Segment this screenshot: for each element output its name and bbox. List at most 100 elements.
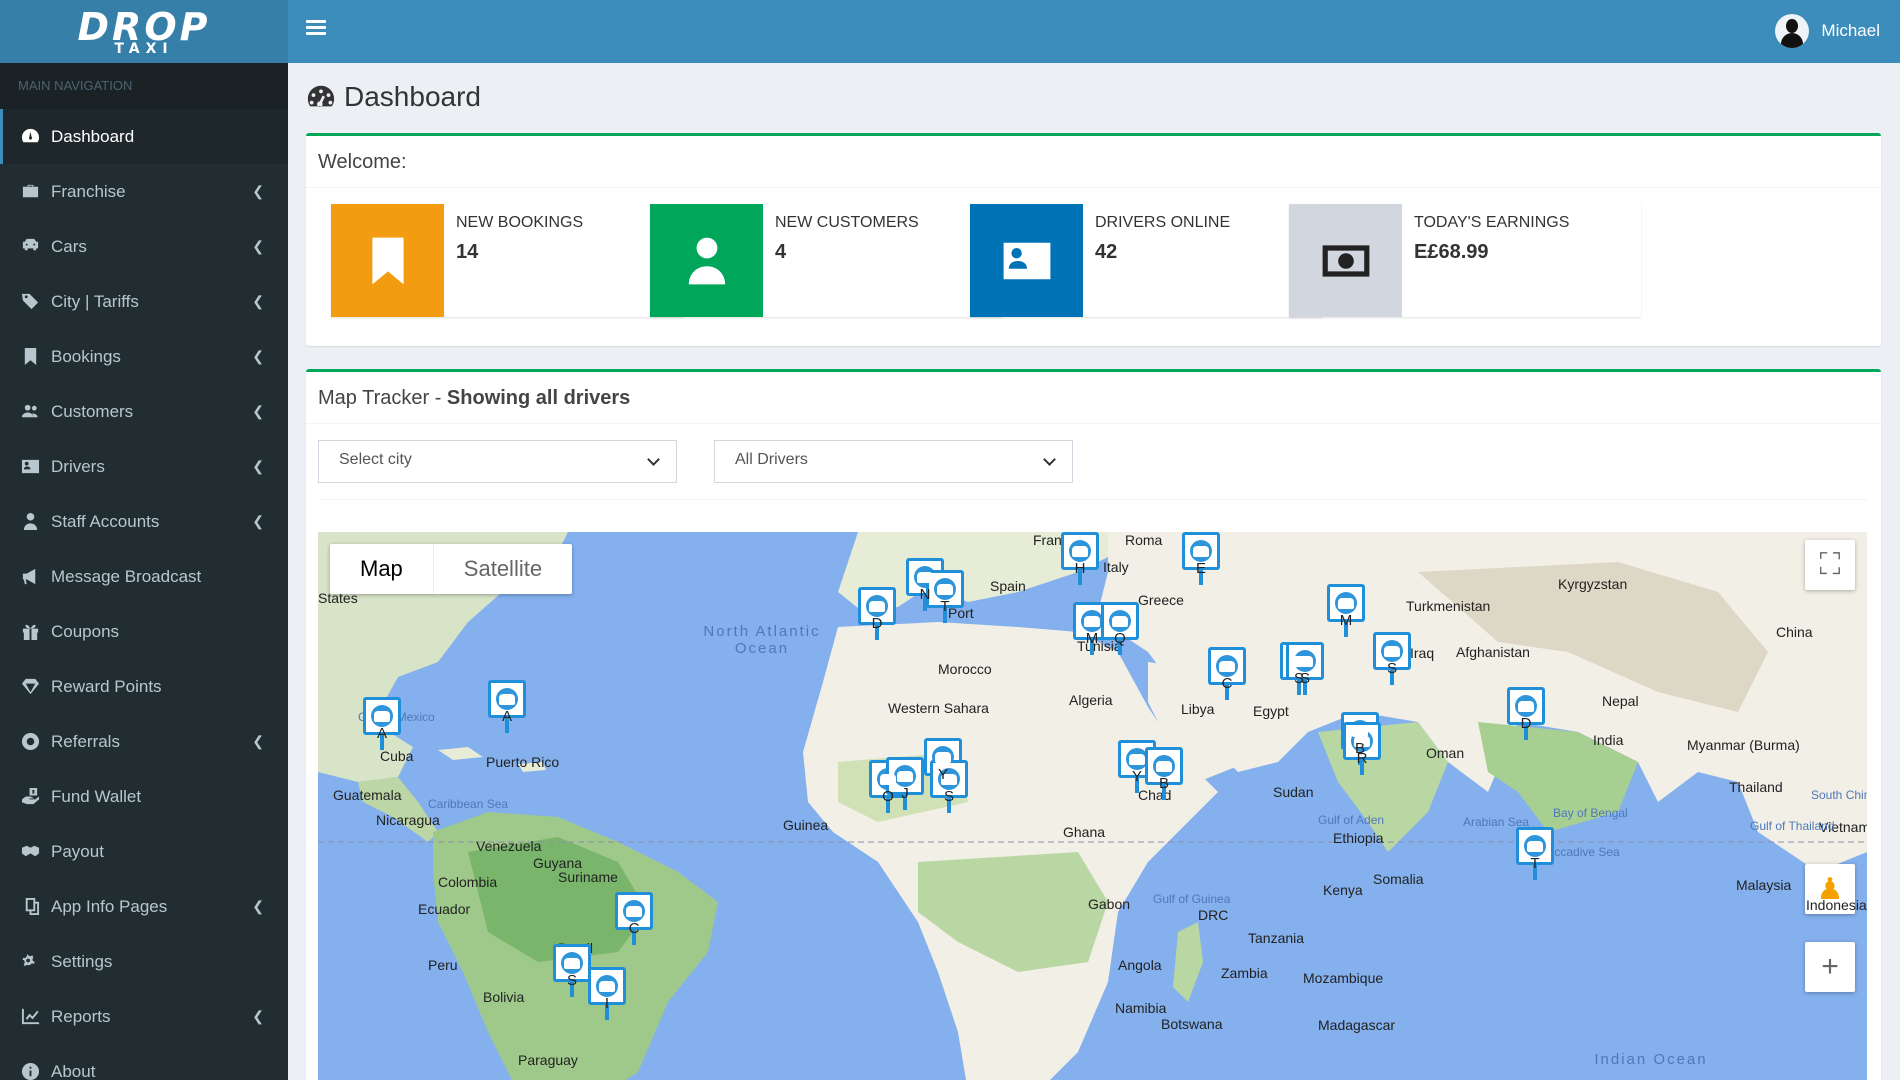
stat-value: 4 [775, 241, 787, 263]
map-place-label: Roma [1125, 532, 1163, 548]
chevron-left-icon: ❮ [252, 898, 264, 914]
chevron-left-icon: ❮ [252, 1008, 264, 1024]
sidebar-item-payout[interactable]: Payout [0, 824, 288, 879]
main-navigation: Dashboard Franchise ❮ Cars ❮ City | Tariffs ❮ B… [0, 109, 288, 1080]
map-place-label: Kyrgyzstan [1558, 576, 1628, 592]
zoom-in-button[interactable]: + [1805, 942, 1855, 992]
bullhorn-icon [21, 567, 51, 586]
map-canvas[interactable]: Map Satellite ⛶ ♟ + France Italy Spain Port… [318, 532, 1867, 1080]
map-place-label: Algeria [1069, 692, 1113, 708]
city-select[interactable]: Select city [318, 440, 677, 483]
driver-marker[interactable]: H [1061, 532, 1099, 590]
driver-marker[interactable]: Q [1101, 602, 1139, 660]
map-place-label: Guatemala [333, 787, 402, 803]
user-menu[interactable]: Michael [1775, 14, 1880, 48]
sidebar-item-drivers[interactable]: Drivers ❮ [0, 439, 288, 494]
sidebar-item-staff-accounts[interactable]: Staff Accounts ❮ [0, 494, 288, 549]
sidebar-item-reward-points[interactable]: Reward Points [0, 659, 288, 714]
driver-marker-label: M [1339, 612, 1353, 629]
sidebar-item-message-broadcast[interactable]: Message Broadcast [0, 549, 288, 604]
map-place-label: Angola [1118, 957, 1162, 973]
driver-marker[interactable]: A [488, 680, 526, 738]
stat-value: 42 [1095, 241, 1118, 263]
map-place-label: Afghanistan [1456, 644, 1530, 660]
sidebar-item-bookings[interactable]: Bookings ❮ [0, 329, 288, 384]
driver-marker[interactable]: T [1516, 827, 1554, 885]
sidebar-item-city-tariffs[interactable]: City | Tariffs ❮ [0, 274, 288, 329]
sidebar-item-fund-wallet[interactable]: Fund Wallet [0, 769, 288, 824]
driver-marker[interactable]: S [1286, 642, 1324, 700]
driver-select[interactable]: All Drivers [714, 440, 1073, 483]
driver-marker-label: Q [1114, 630, 1126, 647]
driver-marker[interactable]: C [615, 892, 653, 950]
user-name: Michael [1821, 21, 1880, 40]
sidebar-item-cars[interactable]: Cars ❮ [0, 219, 288, 274]
sidebar-item-customers[interactable]: Customers ❮ [0, 384, 288, 439]
id-card-icon [21, 457, 51, 476]
map-place-label: Gabon [1088, 896, 1131, 912]
gift-icon [21, 622, 51, 641]
map-sea-label: South China Sea [1811, 788, 1867, 802]
money-icon [1289, 204, 1402, 317]
stat-card-drivers-online: DRIVERS ONLINE 42 [970, 204, 1322, 317]
driver-marker[interactable]: M [1327, 584, 1365, 642]
driver-marker[interactable]: S [1373, 632, 1411, 690]
stat-label: NEW BOOKINGS [456, 214, 584, 231]
map-place-label: Venezuela [476, 838, 542, 854]
map-place-label: Madagascar [1318, 1017, 1396, 1033]
life-ring-icon [21, 732, 51, 751]
map-place-label: Botswana [1161, 1016, 1223, 1032]
sidebar-item-franchise[interactable]: Franchise ❮ [0, 164, 288, 219]
map-place-label: Italy [1103, 559, 1129, 575]
fullscreen-icon[interactable]: ⛶ [1805, 540, 1855, 590]
driver-marker[interactable]: E [1182, 532, 1220, 590]
sidebar-item-label: Payout [51, 841, 104, 861]
map-place-label: States [318, 590, 358, 606]
driver-marker-label: T [940, 598, 950, 615]
driver-marker[interactable]: D [858, 587, 896, 645]
map-type-map[interactable]: Map [330, 544, 433, 594]
driver-marker-label: S [566, 972, 577, 989]
driver-marker[interactable]: J [886, 757, 924, 815]
driver-marker-label: C [1221, 675, 1233, 692]
sidebar-item-coupons[interactable]: Coupons [0, 604, 288, 659]
users-icon [21, 402, 51, 421]
driver-marker[interactable]: I [588, 967, 626, 1025]
map-place-label: India [1593, 732, 1624, 748]
driver-marker[interactable]: B [1145, 747, 1183, 805]
driver-marker-label: D [1520, 715, 1532, 732]
tags-icon [21, 292, 51, 311]
driver-marker-label: B [1158, 775, 1169, 792]
driver-marker-label: A [376, 725, 387, 742]
sidebar-item-settings[interactable]: Settings [0, 934, 288, 989]
driver-marker[interactable]: C [1208, 647, 1246, 705]
bookmark-icon [21, 347, 51, 366]
driver-marker-label: R [1356, 750, 1368, 767]
map-place-label: Indonesia [1806, 897, 1867, 913]
map-place-label: Thailand [1729, 779, 1783, 795]
map-place-label: Tanzania [1248, 930, 1305, 946]
chevron-left-icon: ❮ [252, 348, 264, 364]
main-content: Dashboard Welcome: NEW BOOKINGS 14 NEW CUS… [288, 63, 1900, 1080]
stat-value: E£68.99 [1414, 241, 1489, 263]
map-place-label: Ecuador [418, 901, 471, 917]
sidebar-item-app-info-pages[interactable]: App Info Pages ❮ [0, 879, 288, 934]
car-icon [21, 237, 51, 256]
sidebar-item-referrals[interactable]: Referrals ❮ [0, 714, 288, 769]
menu-toggle-icon[interactable] [306, 20, 326, 38]
driver-marker[interactable]: S [553, 944, 591, 1002]
line-chart-icon [21, 1007, 51, 1026]
driver-marker[interactable]: D [1507, 687, 1545, 745]
diamond-icon [21, 677, 51, 696]
driver-marker-label: Y [937, 766, 948, 783]
user-icon [21, 512, 51, 531]
sidebar-item-dashboard[interactable]: Dashboard [0, 109, 288, 164]
map-place-label: Namibia [1115, 1000, 1167, 1016]
logo[interactable]: DROP TAXI [0, 0, 288, 63]
map-tracker-title: Map Tracker - Showing all drivers [306, 372, 1881, 424]
sidebar-item-reports[interactable]: Reports ❮ [0, 989, 288, 1044]
driver-marker[interactable]: A [363, 697, 401, 755]
briefcase-icon [21, 182, 51, 201]
sidebar-item-about[interactable]: About [0, 1044, 288, 1080]
map-type-satellite[interactable]: Satellite [432, 544, 572, 594]
